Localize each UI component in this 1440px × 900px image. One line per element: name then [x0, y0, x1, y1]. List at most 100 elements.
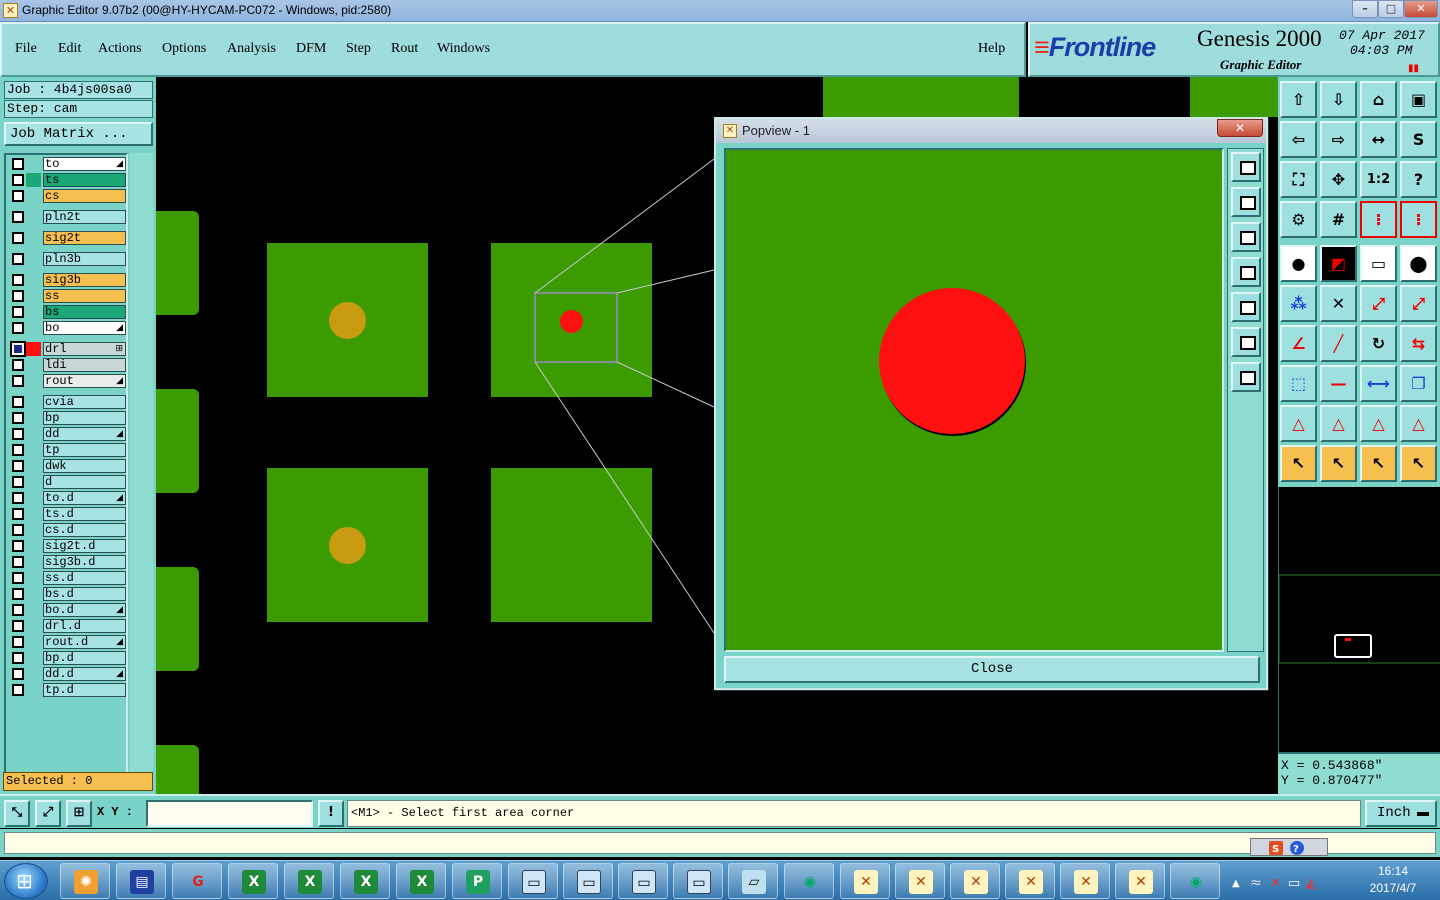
overview-map[interactable] [1278, 487, 1440, 752]
layer-checkbox[interactable] [12, 412, 24, 424]
layer-row-drl[interactable]: drl ⊞ [9, 341, 126, 357]
layer-row-bp-d[interactable]: bp.d [9, 651, 126, 665]
layer-row-bo[interactable]: bo ◢ [9, 321, 126, 335]
line-tool-icon[interactable]: ◩ [1320, 245, 1357, 282]
layer-color-swatch[interactable] [26, 342, 41, 356]
home-down-icon[interactable]: ⇩ [1320, 81, 1357, 118]
taskbar-excel-4[interactable]: X [396, 863, 446, 899]
break-tool-icon[interactable]: — [1320, 365, 1357, 402]
layer-checkbox[interactable] [12, 540, 24, 552]
pause-icon[interactable]: ▮▮ [1408, 63, 1419, 74]
layer-checkbox[interactable] [10, 341, 26, 357]
taskbar-window-3[interactable]: ▭ [618, 863, 668, 899]
snap-icon[interactable]: S [1400, 121, 1437, 158]
taskbar-shell-app[interactable]: ✺ [60, 863, 110, 899]
taskbar-window-2[interactable]: ▭ [563, 863, 613, 899]
layer-row-to-d[interactable]: to.d ◢ [9, 491, 126, 505]
layer-row-bp[interactable]: bp [9, 411, 126, 425]
layer-checkbox[interactable] [12, 158, 24, 170]
maximize-button[interactable]: □ [1378, 0, 1404, 18]
taskbar-eye-app[interactable]: ◉ [784, 863, 834, 899]
measure-tool-2-icon[interactable]: △ [1320, 405, 1357, 442]
layer-checkbox[interactable] [12, 556, 24, 568]
layer-checkbox[interactable] [12, 211, 24, 223]
layer-checkbox[interactable] [12, 668, 24, 680]
menu-options[interactable]: Options [162, 41, 206, 57]
layer-display-2-icon[interactable]: ⁝ [1400, 201, 1437, 238]
window-icon[interactable]: ▣ [1400, 81, 1437, 118]
layer-row-dwk[interactable]: dwk [9, 459, 126, 473]
move-tool-icon[interactable]: ⬚ [1280, 365, 1317, 402]
taskbar-genesis-1[interactable]: ✕ [840, 863, 890, 899]
menu-actions[interactable]: Actions [98, 41, 142, 57]
layer-row-tp[interactable]: tp [9, 443, 126, 457]
taskbar-genesis-5[interactable]: ✕ [1060, 863, 1110, 899]
layer-row-drl-d[interactable]: drl.d [9, 619, 126, 633]
tray-icons[interactable]: ▲ ≈ ✕ ▭ ◭ [1228, 863, 1358, 899]
connect-tool-2-icon[interactable]: ⤢ [1400, 285, 1437, 322]
popview-title-bar[interactable]: ✕ Popview - 1 ✕ [716, 119, 1266, 143]
layer-row-pln2t[interactable]: pln2t [9, 210, 126, 224]
resize-tool-icon[interactable]: ⟷ [1360, 365, 1397, 402]
pan-left-icon[interactable]: ⇦ [1280, 121, 1317, 158]
layer-row-cs-d[interactable]: cs.d [9, 523, 126, 537]
help-icon[interactable]: ? [1400, 161, 1437, 198]
layer-checkbox[interactable] [12, 620, 24, 632]
layer-row-dd[interactable]: dd ◢ [9, 427, 126, 441]
layer-checkbox[interactable] [12, 306, 24, 318]
home-icon[interactable]: ⌂ [1360, 81, 1397, 118]
select-box-icon[interactable]: ↖ [1320, 445, 1357, 482]
taskbar-save-app[interactable]: ▤ [116, 863, 166, 899]
slash-tool-icon[interactable]: ╱ [1320, 325, 1357, 362]
measure-tool-4-icon[interactable]: △ [1400, 405, 1437, 442]
select-circle-icon[interactable]: ↖ [1360, 445, 1397, 482]
layer-checkbox[interactable] [12, 476, 24, 488]
select-net-icon[interactable]: ↖ [1400, 445, 1437, 482]
layer-row-bs-d[interactable]: bs.d [9, 587, 126, 601]
zoom-one-to-two-icon[interactable]: 1:2 [1360, 161, 1397, 198]
layer-display-icon[interactable]: ⁝ [1360, 201, 1397, 238]
cross-tool-icon[interactable]: ✕ [1320, 285, 1357, 322]
layer-list-scrollbar[interactable] [130, 153, 153, 785]
taskbar-genesis-3[interactable]: ✕ [950, 863, 1000, 899]
menu-help[interactable]: Help [978, 41, 1005, 57]
layer-checkbox[interactable] [12, 322, 24, 334]
pan-right-icon[interactable]: ⇨ [1320, 121, 1357, 158]
taskbar-excel-2[interactable]: X [284, 863, 334, 899]
layer-checkbox[interactable] [12, 359, 24, 371]
popview-tool-4[interactable] [1231, 257, 1261, 287]
ruler-icon[interactable]: ▭ [1360, 245, 1397, 282]
taskbar-p-app[interactable]: P [452, 863, 502, 899]
menu-step[interactable]: Step [346, 41, 371, 57]
menu-dfm[interactable]: DFM [296, 41, 326, 57]
layer-row-d[interactable]: d [9, 475, 126, 489]
flip-tool-icon[interactable]: ⇆ [1400, 325, 1437, 362]
measure-tool-icon[interactable]: △ [1280, 405, 1317, 442]
layer-checkbox[interactable] [12, 492, 24, 504]
menu-rout[interactable]: Rout [391, 41, 418, 57]
taskbar-genesis-2[interactable]: ✕ [895, 863, 945, 899]
start-button[interactable] [4, 863, 48, 899]
layer-checkbox[interactable] [12, 524, 24, 536]
snap-line-icon[interactable]: ⤢ [35, 800, 61, 827]
layer-row-pln3b[interactable]: pln3b [9, 252, 126, 266]
layer-checkbox[interactable] [12, 636, 24, 648]
layer-checkbox[interactable] [12, 396, 24, 408]
ime-toolbar[interactable]: S ? [1250, 838, 1328, 856]
menu-edit[interactable]: Edit [58, 41, 81, 57]
angle-tool-icon[interactable]: ∠ [1280, 325, 1317, 362]
layer-row-cvia[interactable]: cvia [9, 395, 126, 409]
popview-tool-1[interactable] [1231, 152, 1261, 182]
layer-row-rout[interactable]: rout ◢ [9, 374, 126, 388]
layer-row-sig3b[interactable]: sig3b [9, 273, 126, 287]
taskbar-eye-app-2[interactable]: ◉ [1170, 863, 1220, 899]
layer-row-bs[interactable]: bs [9, 305, 126, 319]
settings-icon[interactable]: ⚙ [1280, 201, 1317, 238]
snap-grid-icon[interactable]: ⤡ [4, 800, 30, 827]
mirror-icon[interactable]: ↔ [1360, 121, 1397, 158]
layer-row-sig3b-d[interactable]: sig3b.d [9, 555, 126, 569]
copy-tool-icon[interactable]: ❐ [1400, 365, 1437, 402]
xy-input[interactable] [146, 800, 313, 827]
units-select[interactable]: Inch [1365, 800, 1437, 827]
taskbar-g-app[interactable]: G [172, 863, 222, 899]
